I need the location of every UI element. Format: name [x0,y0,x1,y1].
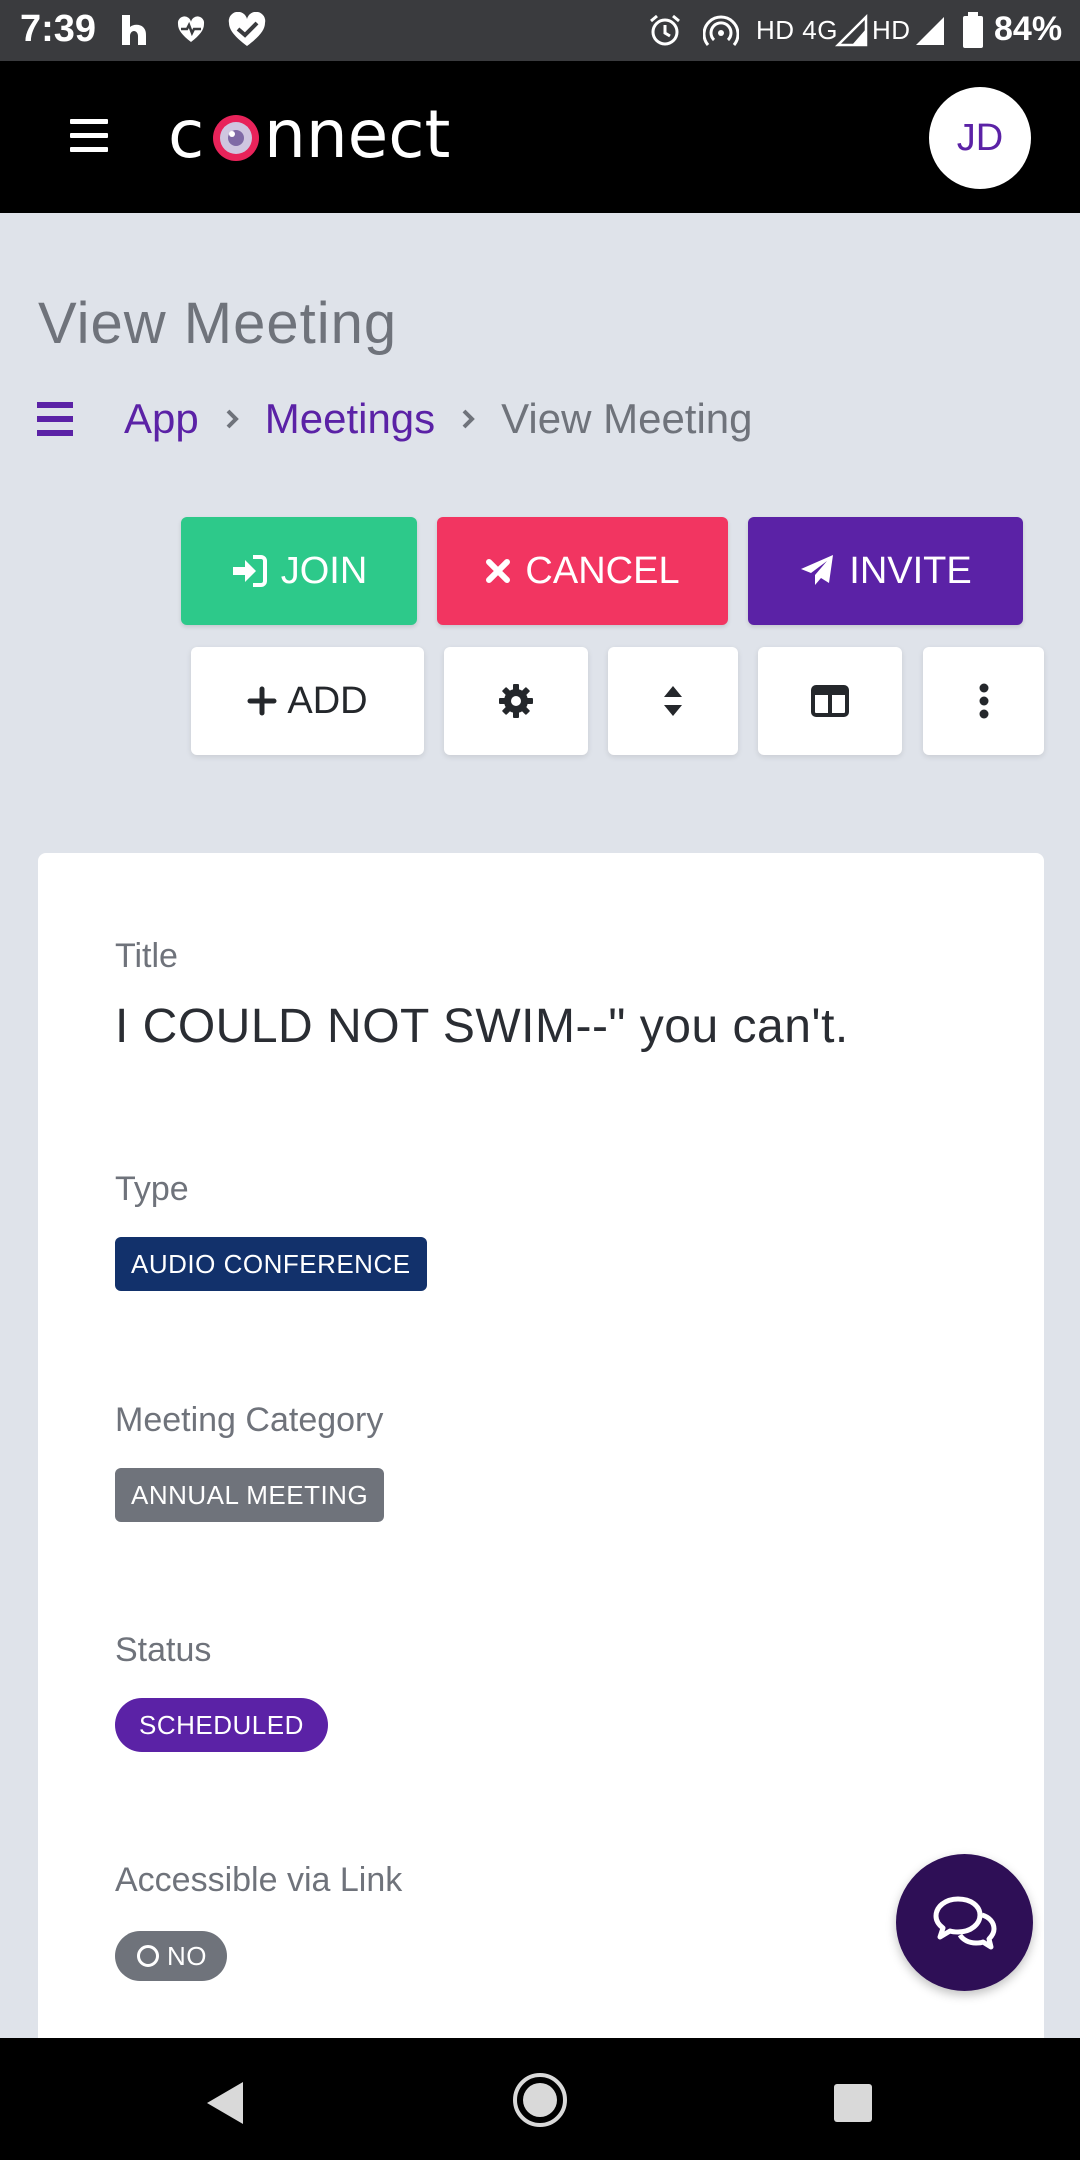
app-header: c nnect JD [0,61,1080,213]
hotspot-icon [703,8,739,52]
cancel-button[interactable]: CANCEL [437,517,728,625]
back-icon[interactable] [205,2080,245,2126]
breadcrumb-meetings[interactable]: Meetings [265,395,435,443]
status-bar: 7:39 HD 4G HD 84% [0,0,1080,61]
sort-button[interactable] [608,647,738,755]
battery-icon [962,8,984,52]
add-button[interactable]: ADD [191,647,424,755]
system-navigation-bar [0,2038,1080,2160]
more-button[interactable] [923,647,1044,755]
link-access-badge: NO [115,1931,227,1981]
recent-apps-icon[interactable] [834,2084,872,2122]
status-badge: SCHEDULED [115,1698,328,1752]
add-label: ADD [287,679,368,722]
breadcrumb: App Meetings View Meeting [124,395,753,443]
chat-bubbles-icon [933,1896,996,1949]
chevron-right-icon [225,408,239,430]
invite-label: INVITE [849,549,972,592]
health-icon [226,8,268,52]
category-label: Meeting Category [115,1401,384,1439]
invite-button[interactable]: INVITE [748,517,1023,625]
more-vertical-icon [979,683,988,719]
heart-rate-icon [176,8,206,52]
close-icon [486,559,511,583]
layout-button[interactable] [758,647,902,755]
alarm-icon [648,8,682,52]
category-badge: ANNUAL MEETING [115,1468,385,1522]
meeting-title: I COULD NOT SWIM--" you can't. [115,1000,849,1053]
connect-logo[interactable]: c nnect [168,96,478,180]
type-badge: AUDIO CONFERENCE [115,1237,427,1291]
layout-columns-icon [811,685,849,717]
chat-fab-button[interactable] [896,1854,1033,1991]
signal-icon [834,8,868,52]
sort-icon [664,686,682,716]
status-time: 7:39 [20,8,97,50]
battery-level: 84% [994,10,1063,48]
network-type-2: HD [872,15,911,45]
cancel-label: CANCEL [525,549,680,592]
join-label: JOIN [280,549,368,592]
join-button[interactable]: JOIN [181,517,417,625]
settings-button[interactable] [444,647,588,755]
svg-text:c: c [168,99,204,173]
home-icon[interactable] [512,2072,568,2128]
circle-icon [137,1945,159,1967]
breadcrumb-current: View Meeting [501,395,753,442]
paper-plane-icon [801,555,834,585]
settings-icon [499,684,533,718]
type-label: Type [115,1170,189,1208]
user-avatar[interactable]: JD [929,87,1031,189]
link-access-value: NO [167,1940,207,1971]
plus-icon [247,686,277,716]
breadcrumb-menu-icon[interactable] [37,402,73,436]
status-label: Status [115,1631,212,1669]
sign-in-icon [232,555,267,587]
breadcrumb-app[interactable]: App [124,395,199,443]
signal-full-icon [912,8,946,52]
hamburger-icon[interactable] [70,119,108,153]
home-app-icon [120,8,154,52]
chevron-right-icon [461,408,475,430]
meeting-details-card: Title I COULD NOT SWIM--" you can't. Typ… [38,853,1044,2038]
link-access-label: Accessible via Link [115,1861,403,1899]
title-label: Title [115,937,178,975]
svg-text:nnect: nnect [264,99,450,173]
network-type: HD 4G [756,15,838,45]
page-title: View Meeting [38,291,398,356]
